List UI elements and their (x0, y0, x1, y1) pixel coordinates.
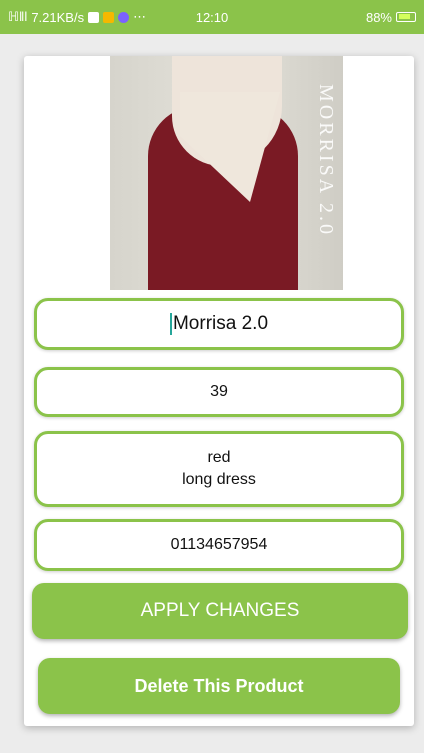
battery-icon (396, 12, 416, 22)
delete-product-button[interactable]: Delete This Product (38, 658, 400, 714)
more-icon: ⋯ (133, 9, 147, 24)
product-description-field[interactable]: red long dress (34, 431, 404, 507)
description-line-1: red (207, 449, 231, 466)
image-brand-text: MORRISA 2.0 (315, 84, 337, 238)
clock: 12:10 (195, 9, 229, 25)
status-left: ℍ‖l 7.21KB/s ⋯ (8, 9, 146, 25)
product-name-value: Morrisa 2.0 (172, 313, 269, 334)
app-icon (103, 11, 115, 23)
status-right: 88% (366, 10, 416, 25)
product-price-field[interactable]: 39 (34, 367, 404, 417)
chat-icon (118, 11, 130, 23)
shield-icon (88, 11, 100, 23)
phone-field[interactable]: 01134657954 (34, 519, 404, 571)
status-bar: ℍ‖l 7.21KB/s ⋯ 12:10 88% (0, 0, 424, 34)
description-line-2: long dress (182, 471, 256, 488)
network-speed: 7.21KB/s (31, 9, 85, 25)
product-name-field[interactable]: Morrisa 2.0 (34, 298, 404, 350)
phone-value: 01134657954 (170, 536, 268, 553)
product-price-value: 39 (210, 383, 228, 400)
battery-percent: 88% (365, 9, 392, 25)
text-cursor (169, 312, 172, 335)
signal-icon: ℍ‖l (8, 9, 28, 24)
product-image[interactable]: MORRISA 2.0 (110, 56, 343, 290)
product-card: MORRISA 2.0 Morrisa 2.0 39 red long dres… (24, 56, 414, 726)
apply-changes-button[interactable]: APPLY CHANGES (32, 583, 408, 639)
